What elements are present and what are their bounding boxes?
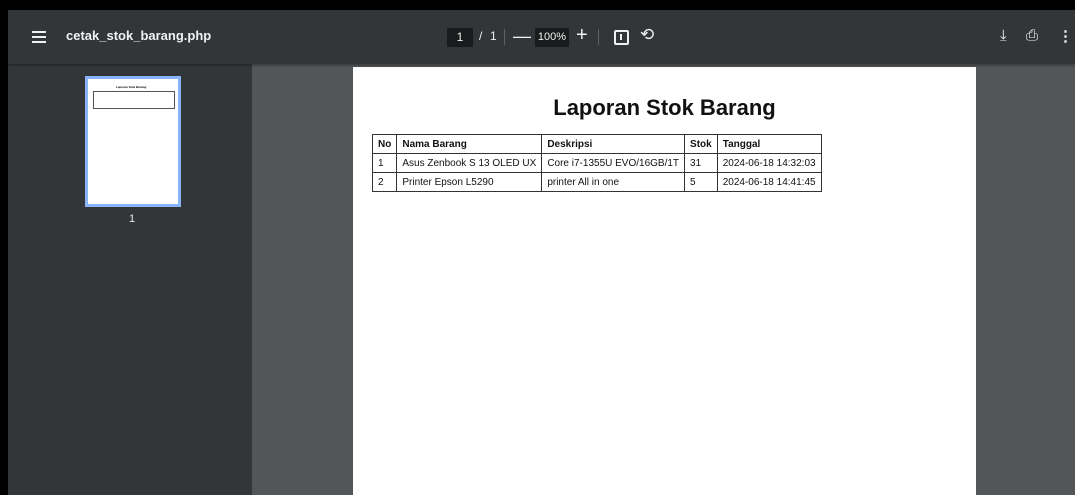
document-title: cetak_stok_barang.php (66, 28, 212, 43)
table-cell: 2 (371, 172, 398, 192)
table-row: 1 Asus Zenbook S 13 OLED UX Core i7-1355… (371, 153, 822, 173)
table-cell: Core i7-1355U EVO/16GB/1T (541, 153, 686, 173)
thumbnail-table (93, 91, 175, 109)
page-number-input[interactable]: 1 (447, 28, 473, 47)
table-cell: 5 (684, 172, 718, 192)
table-row: 2 Printer Epson L5290 printer All in one… (371, 172, 822, 192)
toolbar-divider (504, 29, 505, 45)
table-cell: Asus Zenbook S 13 OLED UX (396, 153, 543, 173)
report-title: Laporan Stok Barang (553, 95, 776, 120)
menu-icon[interactable] (32, 31, 46, 43)
column-header: No (371, 134, 398, 154)
toolbar-divider (598, 29, 599, 45)
table-cell: Printer Epson L5290 (396, 172, 543, 192)
table-header-row: No Nama Barang Deskripsi Stok Tanggal (371, 134, 822, 154)
thumbnail-sidebar: Laporan Stok Barang 1 (8, 64, 252, 495)
pdf-viewer: cetak_stok_barang.php 1 / 1 — 100% + ⟲ ⤓… (8, 10, 1075, 495)
table-cell: 2024-06-18 14:32:03 (716, 153, 822, 173)
thumbnail-page-label: 1 (129, 213, 136, 225)
table-cell: printer All in one (541, 172, 686, 192)
fit-page-icon[interactable] (614, 30, 629, 45)
zoom-out-button[interactable]: — (513, 26, 531, 47)
column-header: Nama Barang (396, 134, 543, 154)
stock-table: No Nama Barang Deskripsi Stok Tanggal 1 … (371, 134, 822, 192)
zoom-level-input[interactable]: 100% (535, 28, 569, 47)
print-icon[interactable]: ⎙ (1026, 27, 1038, 44)
page-total: 1 (490, 29, 497, 43)
pdf-page: Laporan Stok Barang No Nama Barang Deskr… (353, 67, 976, 495)
column-header: Stok (684, 134, 718, 154)
zoom-in-button[interactable]: + (576, 24, 588, 47)
more-icon[interactable]: ⋮ (1058, 27, 1073, 45)
thumbnail-title: Laporan Stok Barang (116, 85, 147, 89)
table-cell: 31 (684, 153, 718, 173)
rotate-icon[interactable]: ⟲ (640, 25, 654, 45)
download-icon[interactable]: ⤓ (1000, 27, 1007, 44)
column-header: Tanggal (716, 134, 822, 154)
page-thumbnail[interactable]: Laporan Stok Barang (85, 76, 181, 207)
viewer-toolbar: cetak_stok_barang.php 1 / 1 — 100% + ⟲ ⤓… (8, 10, 1075, 64)
table-cell: 1 (371, 153, 398, 173)
page-separator: / (479, 29, 483, 43)
table-cell: 2024-06-18 14:41:45 (716, 172, 822, 192)
column-header: Deskripsi (541, 134, 686, 154)
